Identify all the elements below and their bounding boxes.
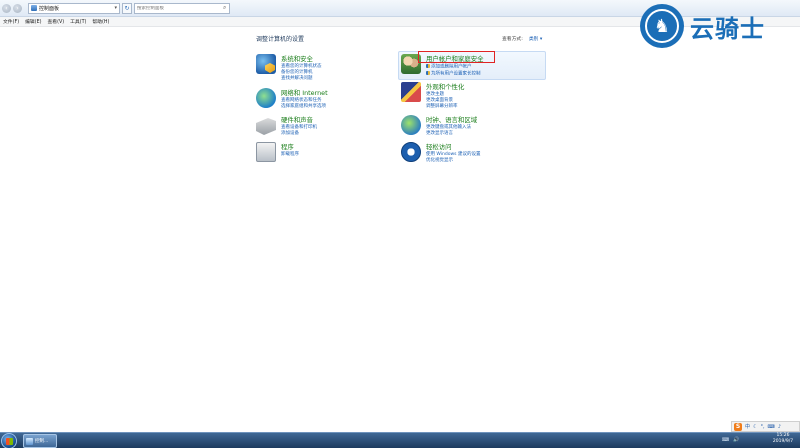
category-system-security: 系统和安全 查看您的计算机状态 备份您的计算机 查找并解决问题 [256,54,322,82]
control-panel-icon [31,5,37,11]
category-link[interactable]: 查找并解决问题 [281,76,322,82]
search-icon[interactable]: ⌕ [223,4,226,12]
taskbar: 控制... [0,432,800,448]
control-panel-icon [26,437,33,445]
category-hardware-sound: 硬件和声音 查看设备和打印机 添加设备 [256,115,317,137]
category-ease-of-access: 轻松访问 使用 Windows 建议的设置 优化视觉显示 [401,142,480,164]
category-link[interactable]: 调整屏幕分辨率 [426,104,464,110]
taskbar-item-label: 控制... [35,439,49,444]
taskbar-item-control-panel[interactable]: 控制... [23,434,57,448]
category-title[interactable]: 网络和 Internet [281,88,328,97]
menu-file[interactable]: 文件(F) [3,18,19,25]
view-by-label: 查看方式: [502,37,523,42]
start-button[interactable] [1,433,17,448]
address-path-label: 控制面板 [39,5,60,12]
programs-icon[interactable] [256,142,276,162]
category-link[interactable]: 优化视觉显示 [426,158,480,164]
menu-view[interactable]: 查看(V) [47,18,64,25]
chevron-down-icon[interactable]: ▾ [114,5,117,11]
category-link[interactable]: 更改显示语言 [426,131,477,137]
forward-button[interactable]: › [13,3,22,13]
category-title[interactable]: 时钟、语言和区域 [426,115,477,124]
category-appearance: 外观和个性化 更改主题 更改桌面背景 调整屏幕分辨率 [401,82,464,110]
hardware-sound-icon[interactable] [256,118,276,135]
windows-logo-icon [6,438,13,445]
back-button[interactable]: ‹ [2,3,11,13]
ease-of-access-icon[interactable] [401,142,421,162]
view-by-dropdown[interactable]: 类别 ▾ [529,35,543,42]
page-title: 调整计算机的设置 [256,36,305,43]
volume-icon[interactable]: 🔊 [733,437,739,443]
system-security-icon[interactable] [256,54,276,74]
menu-tools[interactable]: 工具(T) [70,18,86,25]
clock-date: 2019/9/7 [772,439,794,444]
ime-mode-label[interactable]: 中 [745,423,750,430]
refresh-button[interactable]: ↻ [122,2,132,14]
category-title[interactable]: 外观和个性化 [426,82,464,91]
category-programs: 程序 卸载程序 [256,142,299,162]
ime-moon-icon[interactable]: ☾ [753,424,757,430]
category-title[interactable]: 硬件和声音 [281,115,317,124]
clock-region-icon[interactable] [401,115,421,135]
category-link[interactable]: 为所有用户设置家长控制 [426,71,484,78]
category-link[interactable]: 添加设备 [281,131,317,137]
category-link[interactable]: 卸载程序 [281,152,299,158]
category-title[interactable]: 轻松访问 [426,142,480,151]
category-network: 网络和 Internet 查看网络状态和任务 选择家庭组和共享选项 [256,88,328,110]
knight-emblem-icon: ♞ [640,4,684,48]
ime-punct-icon[interactable]: °, [761,424,765,430]
search-input[interactable] [137,5,223,11]
menu-edit[interactable]: 编辑(E) [25,18,41,25]
appearance-icon[interactable] [401,82,421,102]
sogou-icon[interactable]: S [734,422,742,431]
ime-mic-icon[interactable]: ♪ [778,424,781,430]
keyboard-icon[interactable]: ⌨ [722,437,729,443]
category-title[interactable]: 程序 [281,142,299,151]
ime-toolbar[interactable]: S 中 ☾ °, ⌨ ♪ [731,421,800,432]
watermark-logo: ♞ 云骑士 [640,4,800,48]
category-title[interactable]: 系统和安全 [281,54,322,63]
view-by: 查看方式: 类别 ▾ [502,35,542,42]
network-icon[interactable] [256,88,276,108]
menu-help[interactable]: 帮助(H) [92,18,109,25]
taskbar-clock[interactable]: 15:26 2019/9/7 [766,433,800,445]
highlight-annotation-box [418,51,495,63]
ime-keyboard-icon[interactable]: ⌨ [768,424,775,430]
logo-text: 云骑士 [690,14,765,43]
category-link[interactable]: 选择家庭组和共享选项 [281,104,328,110]
system-tray: ⌨ 🔊 [722,434,739,446]
address-path-box[interactable]: 控制面板 ▾ [28,2,120,14]
search-box[interactable]: ⌕ [134,2,230,14]
category-clock-region: 时钟、语言和区域 更改键盘或其他输入法 更改显示语言 [401,115,477,137]
